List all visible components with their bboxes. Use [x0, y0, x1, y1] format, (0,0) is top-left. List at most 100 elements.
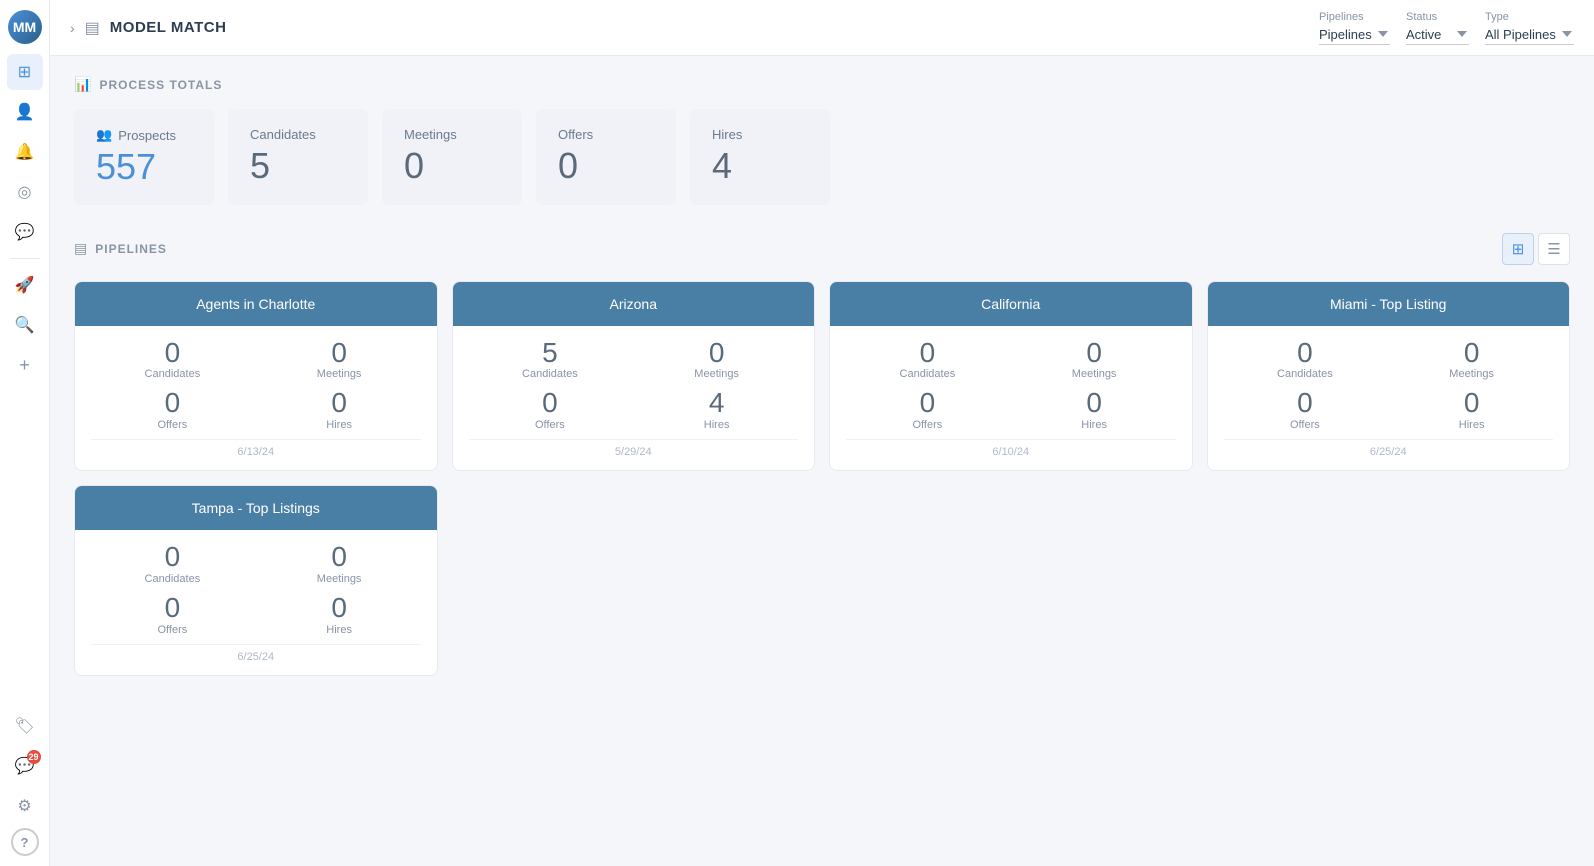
tampa-date: 6/25/24 [91, 644, 421, 667]
meetings-header: Meetings [404, 127, 500, 142]
main-content: 📊 PROCESS TOTALS 👥 Prospects 557 Candida… [50, 56, 1594, 866]
tampa-meetings-value: 0 [258, 542, 421, 573]
miami-header[interactable]: Miami - Top Listing [1208, 282, 1570, 326]
arizona-meetings-label: Meetings [635, 368, 798, 380]
list-icon: ☰ [1547, 240, 1560, 258]
miami-candidates-value: 0 [1224, 338, 1387, 369]
pipelines-select[interactable]: Pipelines [1319, 25, 1390, 45]
sidebar-item-help[interactable]: ? [11, 828, 39, 856]
arizona-offers-label: Offers [469, 419, 632, 431]
main-area: › ▤ MODEL MATCH Pipelines Pipelines Stat… [50, 0, 1594, 866]
sidebar-divider [10, 258, 40, 259]
california-meetings-block: 0 Meetings [1013, 338, 1176, 381]
help-icon: ? [21, 835, 29, 850]
add-icon: + [19, 355, 30, 376]
pipelines-grid-top: Agents in Charlotte 0 Candidates 0 Meeti… [74, 281, 1570, 472]
sidebar-item-search[interactable]: 🔍 [7, 307, 43, 343]
miami-meetings-label: Meetings [1390, 368, 1553, 380]
agents-charlotte-meetings-label: Meetings [258, 368, 421, 380]
topbar-controls: Pipelines Pipelines Status Active Inacti… [1319, 11, 1574, 45]
sidebar-item-settings[interactable]: ⚙ [7, 788, 43, 824]
arizona-hires-block: 4 Hires [635, 388, 798, 431]
candidates-value: 5 [250, 146, 346, 186]
california-header[interactable]: California [830, 282, 1192, 326]
tampa-hires-label: Hires [258, 624, 421, 636]
miami-hires-value: 0 [1390, 388, 1553, 419]
arizona-meetings-block: 0 Meetings [635, 338, 798, 381]
sidebar-item-analytics[interactable]: ◎ [7, 174, 43, 210]
california-stats: 0 Candidates 0 Meetings 0 Offers 0 [846, 338, 1176, 432]
tampa-hires-block: 0 Hires [258, 593, 421, 636]
pipelines-grid-bottom: Tampa - Top Listings 0 Candidates 0 Meet… [74, 485, 1570, 676]
total-card-meetings: Meetings 0 [382, 109, 522, 205]
grid-icon: ⊞ [1512, 240, 1525, 258]
agents-charlotte-header[interactable]: Agents in Charlotte [75, 282, 437, 326]
arizona-candidates-value: 5 [469, 338, 632, 369]
agents-charlotte-meetings-block: 0 Meetings [258, 338, 421, 381]
sidebar-item-chat[interactable]: 💬 29 [7, 748, 43, 784]
pipeline-card-arizona: Arizona 5 Candidates 0 Meetings 0 [452, 281, 816, 472]
agents-charlotte-candidates-value: 0 [91, 338, 254, 369]
arizona-offers-value: 0 [469, 388, 632, 419]
california-meetings-value: 0 [1013, 338, 1176, 369]
arizona-header[interactable]: Arizona [453, 282, 815, 326]
pipelines-title-group: ▤ PIPELINES [74, 240, 167, 257]
california-offers-value: 0 [846, 388, 1009, 419]
miami-candidates-block: 0 Candidates [1224, 338, 1387, 381]
sidebar-item-contacts[interactable]: 👤 [7, 94, 43, 130]
sidebar-item-messages[interactable]: 💬 [7, 214, 43, 250]
arizona-candidates-block: 5 Candidates [469, 338, 632, 381]
california-candidates-value: 0 [846, 338, 1009, 369]
pipeline-card-tampa: Tampa - Top Listings 0 Candidates 0 Meet… [74, 485, 438, 676]
status-label: Status [1406, 11, 1469, 23]
tampa-offers-label: Offers [91, 624, 254, 636]
topbar-page-icon: ▤ [85, 18, 100, 38]
total-card-prospects: 👥 Prospects 557 [74, 109, 214, 205]
app-logo[interactable]: MM [8, 10, 42, 44]
list-view-button[interactable]: ☰ [1538, 233, 1570, 265]
topbar: › ▤ MODEL MATCH Pipelines Pipelines Stat… [50, 0, 1594, 56]
sidebar-item-dashboard[interactable]: ⊞ [7, 54, 43, 90]
grid-view-button[interactable]: ⊞ [1502, 233, 1534, 265]
pipeline-card-agents-charlotte: Agents in Charlotte 0 Candidates 0 Meeti… [74, 281, 438, 472]
status-select[interactable]: Active Inactive All [1406, 25, 1469, 45]
california-offers-block: 0 Offers [846, 388, 1009, 431]
process-totals-header: 📊 PROCESS TOTALS [74, 76, 1570, 93]
type-select[interactable]: All Pipelines Recruiting Retention [1485, 25, 1574, 45]
tampa-offers-block: 0 Offers [91, 593, 254, 636]
miami-meetings-block: 0 Meetings [1390, 338, 1553, 381]
california-candidates-block: 0 Candidates [846, 338, 1009, 381]
prospects-label: Prospects [118, 128, 176, 143]
rocket-icon: 🚀 [15, 275, 35, 295]
sidebar-item-alerts[interactable]: 🔔 [7, 134, 43, 170]
sidebar-item-rocket[interactable]: 🚀 [7, 267, 43, 303]
agents-charlotte-hires-block: 0 Hires [258, 388, 421, 431]
arizona-date: 5/29/24 [469, 439, 799, 462]
miami-candidates-label: Candidates [1224, 368, 1387, 380]
pipelines-select-group: Pipelines Pipelines [1319, 11, 1390, 45]
miami-offers-block: 0 Offers [1224, 388, 1387, 431]
hires-header: Hires [712, 127, 808, 142]
california-candidates-label: Candidates [846, 368, 1009, 380]
california-offers-label: Offers [846, 419, 1009, 431]
type-label: Type [1485, 11, 1574, 23]
sidebar-bottom: 🏷 💬 29 ⚙ ? [7, 708, 43, 856]
nav-chevron-icon: › [70, 20, 75, 36]
tampa-candidates-label: Candidates [91, 573, 254, 585]
tampa-candidates-block: 0 Candidates [91, 542, 254, 585]
miami-body: 0 Candidates 0 Meetings 0 Offers 0 [1208, 326, 1570, 471]
meetings-value: 0 [404, 146, 500, 186]
sidebar-item-add[interactable]: + [7, 347, 43, 383]
prospects-icon: 👥 [96, 127, 112, 143]
sidebar-item-tag[interactable]: 🏷 [7, 708, 43, 744]
miami-hires-label: Hires [1390, 419, 1553, 431]
tampa-hires-value: 0 [258, 593, 421, 624]
total-card-offers: Offers 0 [536, 109, 676, 205]
totals-grid: 👥 Prospects 557 Candidates 5 Meetings 0 [74, 109, 1570, 205]
agents-charlotte-date: 6/13/24 [91, 439, 421, 462]
tampa-header[interactable]: Tampa - Top Listings [75, 486, 437, 530]
miami-offers-value: 0 [1224, 388, 1387, 419]
tampa-meetings-label: Meetings [258, 573, 421, 585]
alerts-icon: 🔔 [15, 142, 35, 162]
agents-charlotte-hires-value: 0 [258, 388, 421, 419]
